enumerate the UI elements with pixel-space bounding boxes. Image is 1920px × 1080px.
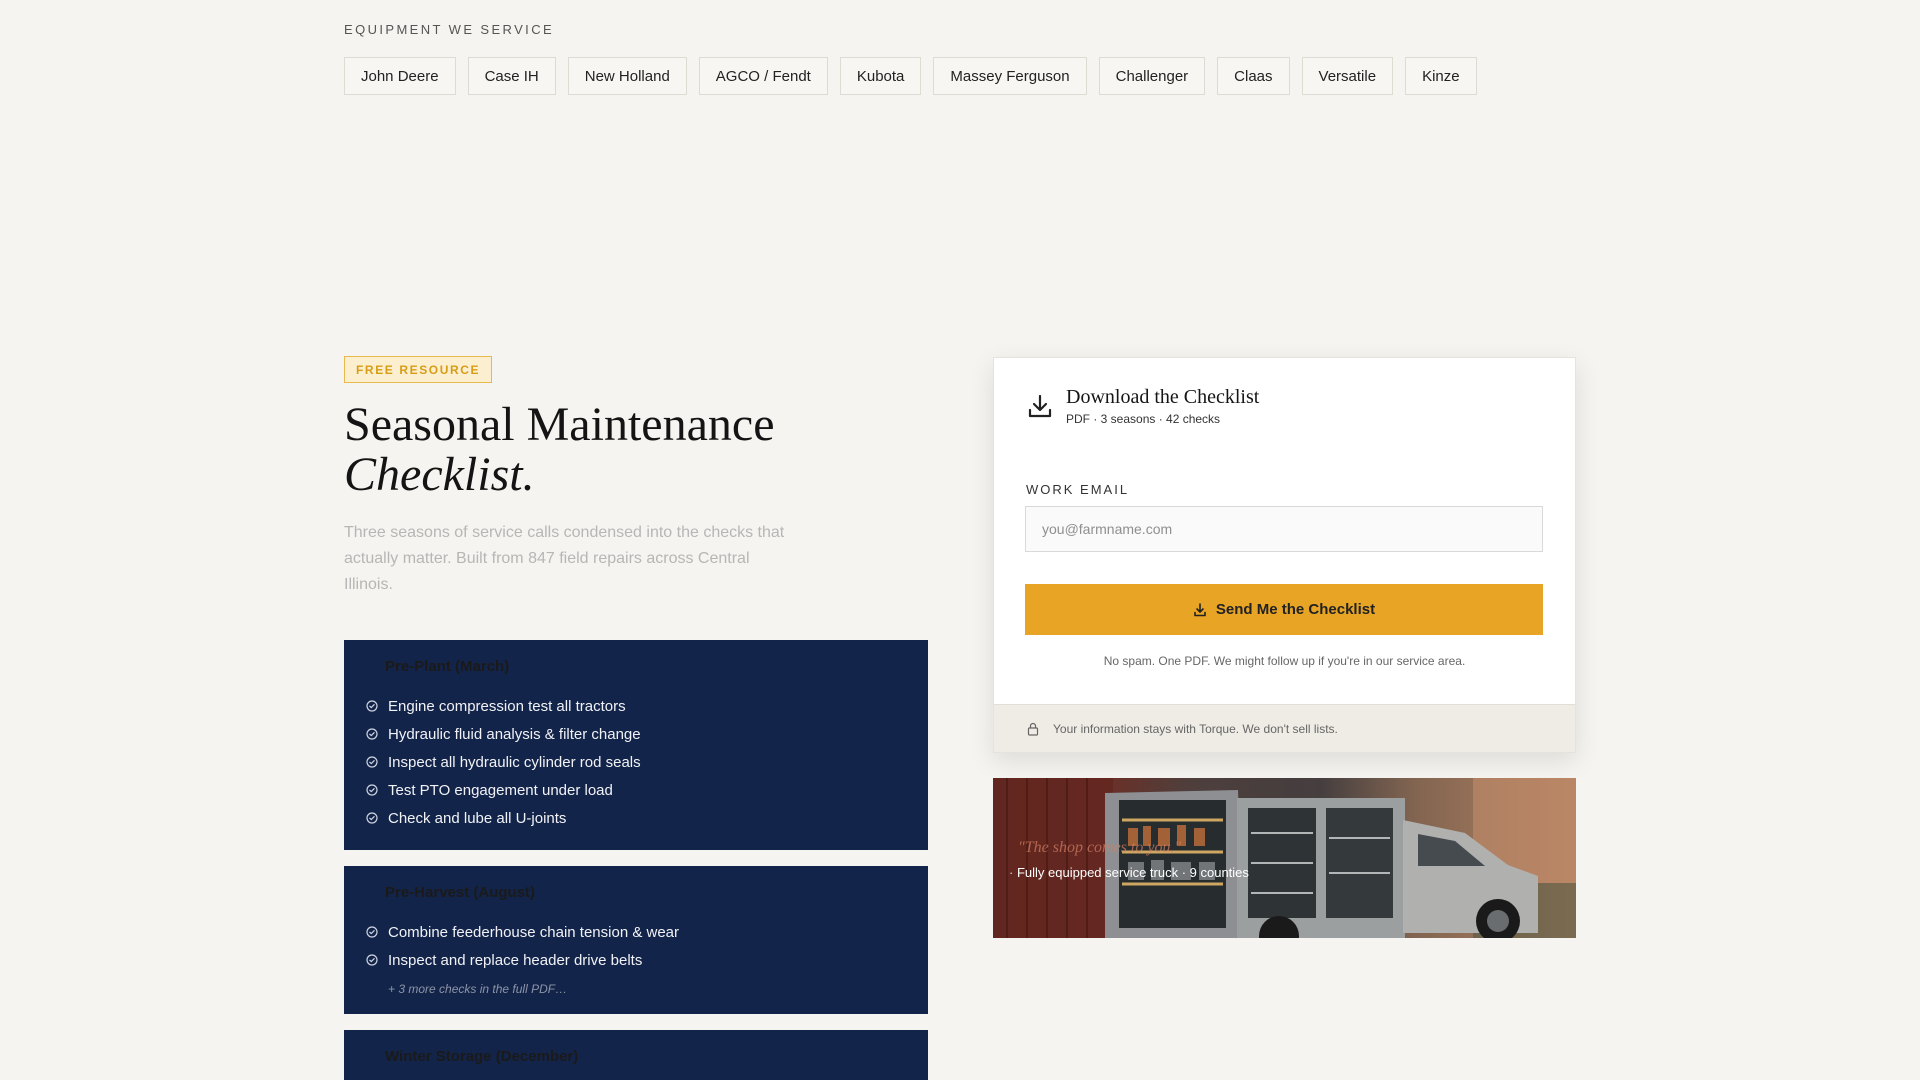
- checklist-item-label: Test PTO engagement under load: [388, 781, 613, 799]
- checklist-item: Inspect and replace header drive belts: [366, 946, 908, 974]
- brand-chip-kubota[interactable]: Kubota: [839, 57, 922, 95]
- equipment-section-label: EQUIPMENT WE SERVICE: [344, 22, 555, 37]
- season-title: Pre-Plant (March): [385, 658, 510, 675]
- check-circle-icon: [366, 954, 378, 966]
- download-icon: [1028, 394, 1052, 418]
- page-title: Seasonal Maintenance Checklist.: [344, 400, 928, 500]
- title-line-2: Checklist.: [344, 448, 535, 501]
- checklist-item-label: Hydraulic fluid analysis & filter change: [388, 725, 641, 743]
- check-circle-icon: [366, 812, 378, 824]
- season-panel-pre-harvest: Pre-Harvest (August) Combine feederhouse…: [344, 866, 928, 1014]
- checklist-item: Check and lube all U-joints: [366, 804, 908, 832]
- season-title: Pre-Harvest (August): [385, 884, 536, 901]
- brand-chip-massey-ferguson[interactable]: Massey Ferguson: [933, 57, 1087, 95]
- photo-caption-text: Fully equipped service truck · 9 countie…: [1016, 865, 1249, 880]
- equipment-section: EQUIPMENT WE SERVICE John Deere Case IH …: [344, 22, 1477, 95]
- checklist-item-label: Engine compression test all tractors: [388, 697, 626, 715]
- download-icon: [1194, 602, 1206, 616]
- download-card-title: Download the Checklist: [1066, 386, 1260, 408]
- checklist-item-label: Check and lube all U-joints: [388, 809, 567, 827]
- intro-text: Three seasons of service calls condensed…: [344, 524, 785, 593]
- work-email-label: WORK EMAIL: [1026, 482, 1130, 497]
- brand-chip-agco-fendt[interactable]: AGCO / Fendt: [698, 57, 828, 95]
- checklist-item: Hydraulic fluid analysis & filter change: [366, 720, 908, 748]
- brand-chip-list: John Deere Case IH New Holland AGCO / Fe…: [344, 57, 1477, 95]
- download-card: Download the Checklist PDF · 3 seasons ·…: [993, 357, 1576, 753]
- send-checklist-button[interactable]: Send Me the Checklist: [1025, 584, 1543, 635]
- season-title: Winter Storage (December): [385, 1048, 579, 1065]
- checklist-item-label: Inspect and replace header drive belts: [388, 951, 643, 969]
- brand-chip-case-ih[interactable]: Case IH: [467, 57, 556, 95]
- free-resource-badge: FREE RESOURCE: [344, 356, 493, 383]
- check-circle-icon: [366, 784, 378, 796]
- more-checks-note: + 3 more checks in the full PDF…: [388, 982, 568, 996]
- checklist-item-label: Inspect all hydraulic cylinder rod seals: [388, 753, 641, 771]
- checklist-item: Test PTO engagement under load: [366, 776, 908, 804]
- privacy-note-text: Your information stays with Torque. We d…: [1053, 721, 1338, 736]
- download-card-header: Download the Checklist PDF · 3 seasons ·…: [1026, 386, 1259, 426]
- brand-chip-versatile[interactable]: Versatile: [1301, 57, 1394, 95]
- lock-icon: [1027, 722, 1039, 736]
- privacy-note: Your information stays with Torque. We d…: [994, 704, 1575, 752]
- brand-chip-claas[interactable]: Claas: [1217, 57, 1290, 95]
- checklist-item: Engine compression test all tractors: [366, 692, 908, 720]
- work-email-input[interactable]: [1025, 506, 1543, 552]
- checklist-item: Combine feederhouse chain tension & wear: [366, 918, 908, 946]
- checklist-intro: FREE RESOURCE Seasonal Maintenance Check…: [344, 356, 928, 1080]
- brand-chip-kinze[interactable]: Kinze: [1405, 57, 1477, 95]
- check-circle-icon: [366, 926, 378, 938]
- season-panel-winter-storage: Winter Storage (December): [344, 1030, 928, 1080]
- service-truck-illustration: [993, 778, 1576, 938]
- brand-chip-john-deere[interactable]: John Deere: [344, 57, 456, 95]
- check-circle-icon: [366, 700, 378, 712]
- brand-chip-challenger[interactable]: Challenger: [1098, 57, 1206, 95]
- checklist-item-label: Combine feederhouse chain tension & wear: [388, 923, 680, 941]
- photo-caption: · Fully equipped service truck · 9 count…: [1009, 865, 1249, 880]
- spam-disclaimer: No spam. One PDF. We might follow up if …: [1103, 654, 1466, 668]
- send-checklist-button-label: Send Me the Checklist: [1215, 601, 1376, 618]
- check-circle-icon: [366, 728, 378, 740]
- brand-chip-new-holland[interactable]: New Holland: [567, 57, 687, 95]
- download-card-meta: PDF · 3 seasons · 42 checks: [1066, 412, 1221, 426]
- title-line-1: Seasonal Maintenance: [344, 398, 775, 451]
- season-panel-pre-plant: Pre-Plant (March) Engine compression tes…: [344, 640, 928, 850]
- checklist-item: Inspect all hydraulic cylinder rod seals: [366, 748, 908, 776]
- check-circle-icon: [366, 756, 378, 768]
- service-truck-image: "The shop comes to you." · Fully equippe…: [993, 778, 1576, 938]
- photo-quote: "The shop comes to you.": [1018, 839, 1182, 856]
